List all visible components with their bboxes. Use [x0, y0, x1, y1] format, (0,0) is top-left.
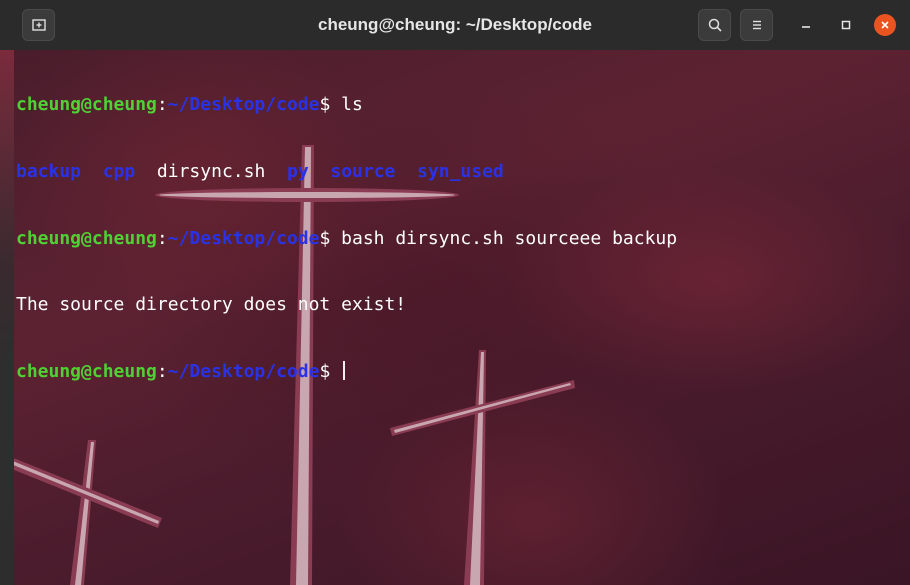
- ls-entry-dir: syn_used: [417, 161, 504, 182]
- hamburger-menu-icon: [752, 20, 761, 30]
- window-title: cheung@cheung: ~/Desktop/code: [318, 15, 592, 34]
- prompt-user: cheung@cheung: [16, 227, 157, 249]
- command-text: bash dirsync.sh sourceee backup: [341, 227, 678, 249]
- maximize-icon: [841, 20, 851, 30]
- close-button[interactable]: [874, 14, 896, 36]
- prompt-user: cheung@cheung: [16, 360, 157, 382]
- output-text: The source directory does not exist!: [16, 294, 407, 316]
- terminal-line: cheung@cheung:~/Desktop/code$ ls: [16, 94, 677, 116]
- cross-left: [14, 440, 162, 585]
- minimize-button[interactable]: [795, 14, 817, 36]
- menu-button[interactable]: [740, 9, 773, 41]
- minimize-icon: [802, 26, 810, 28]
- prompt-user: cheung@cheung: [16, 94, 157, 116]
- terminal-line: cheung@cheung:~/Desktop/code$ bash dirsy…: [16, 228, 677, 250]
- search-button[interactable]: [698, 9, 731, 41]
- prompt-symbol: $: [319, 94, 342, 116]
- search-icon: [708, 18, 722, 32]
- terminal-line: The source directory does not exist!: [16, 294, 677, 316]
- ls-entry-dir: py: [286, 161, 309, 182]
- prompt-colon: :: [156, 94, 168, 116]
- prompt-path: ~/Desktop/code: [167, 94, 320, 116]
- title-bar[interactable]: cheung@cheung: ~/Desktop/code: [0, 0, 910, 51]
- command-text: ls: [341, 94, 363, 116]
- ls-entry-dir: source: [330, 161, 396, 182]
- maximize-button[interactable]: [835, 14, 857, 36]
- prompt-colon: :: [156, 227, 168, 249]
- prompt-symbol: $: [319, 227, 342, 249]
- prompt-path: ~/Desktop/code: [167, 360, 320, 382]
- terminal-line: cheung@cheung:~/Desktop/code$: [16, 360, 677, 383]
- terminal-output: cheung@cheung:~/Desktop/code$ ls backup …: [16, 50, 677, 427]
- close-icon: [881, 21, 889, 29]
- terminal-window: cheung@cheung: ~/Desktop/code cheung@che…: [0, 0, 910, 585]
- prompt-path: ~/Desktop/code: [167, 227, 320, 249]
- window-edge: [0, 50, 14, 585]
- prompt-colon: :: [156, 360, 168, 382]
- ls-entry-dir: cpp: [102, 161, 136, 182]
- terminal-area[interactable]: cheung@cheung:~/Desktop/code$ ls backup …: [14, 50, 910, 585]
- ls-entry-file: dirsync.sh: [156, 161, 266, 182]
- text-cursor[interactable]: [343, 360, 346, 380]
- terminal-line: backup cpp dirsync.sh py source syn_used: [16, 161, 677, 183]
- prompt-symbol: $: [319, 360, 342, 382]
- ls-entry-dir: backup: [16, 161, 82, 182]
